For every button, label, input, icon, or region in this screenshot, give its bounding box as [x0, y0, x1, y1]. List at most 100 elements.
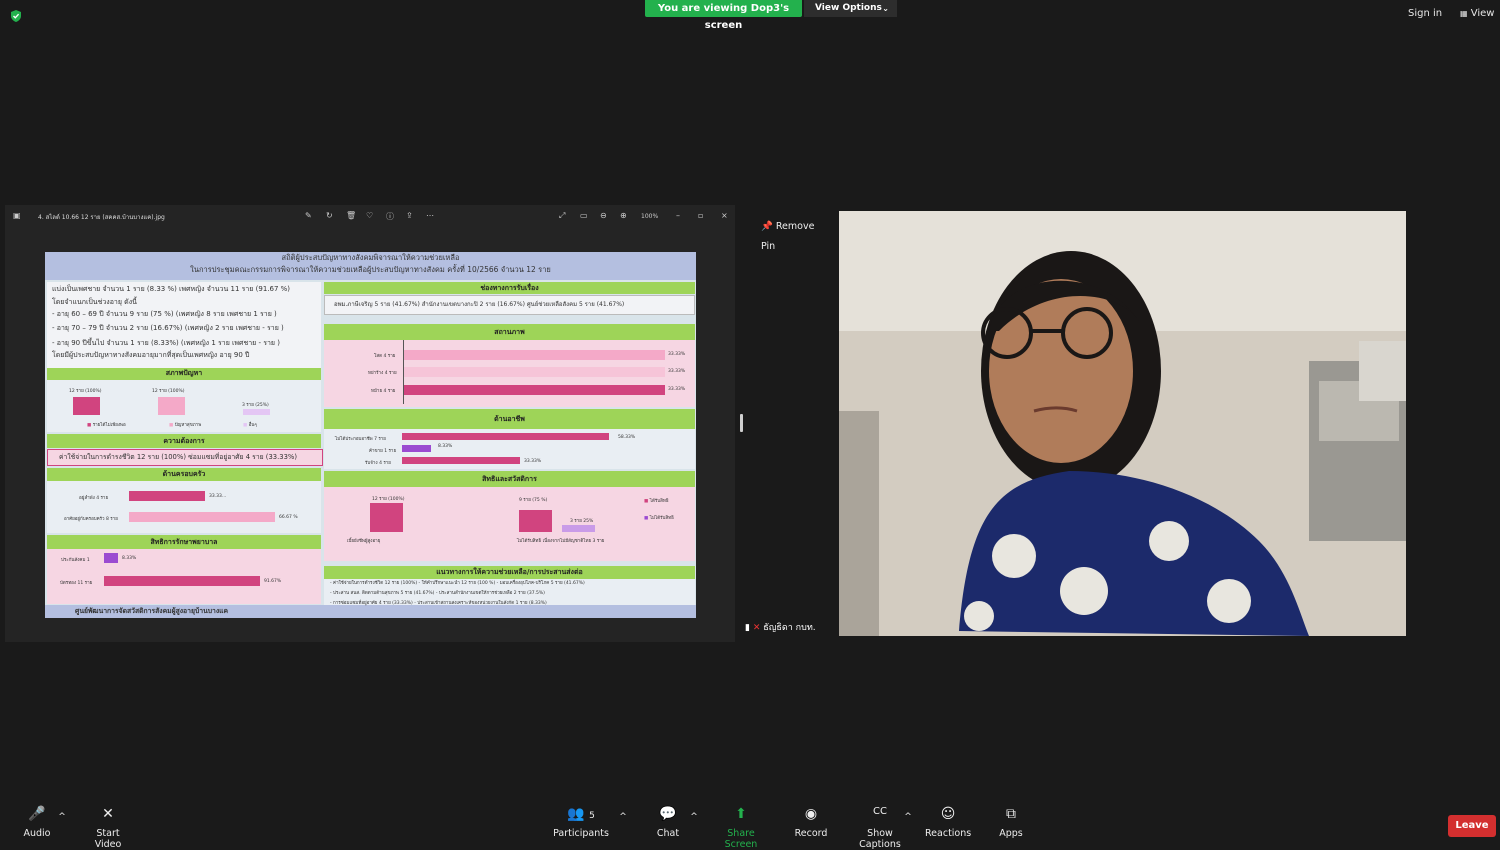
reactions-icon: ☺ — [940, 806, 956, 822]
sign-in-link[interactable]: Sign in — [1408, 8, 1442, 19]
chat-button[interactable]: 💬 Chat — [651, 806, 685, 839]
problem-bar — [73, 397, 100, 415]
guidance-heading: แนวทางการให้ความช่วยเหลือ/การประสานส่งต่… — [324, 566, 695, 579]
expand-icon[interactable]: ⤢ — [559, 211, 565, 221]
shared-screen[interactable]: ▣ 4. สไลด์ 10.66 12 ราย (สคคส.บ้านบางแค)… — [5, 205, 735, 642]
view-icon: ▦ — [1460, 9, 1468, 18]
welfare-bar — [519, 510, 552, 532]
info-line: แบ่งเป็นเพศชาย จำนวน 1 ราย (8.33 %) เพศห… — [52, 285, 291, 293]
demographics-info: แบ่งเป็นเพศชาย จำนวน 1 ราย (8.33 %) เพศห… — [47, 282, 321, 368]
family-bar — [129, 512, 275, 522]
maximize-icon[interactable]: ▫ — [698, 211, 703, 220]
zoom-out-icon[interactable]: ⊖ — [600, 211, 607, 220]
start-video-label: Start Video — [94, 828, 122, 850]
rotate-icon[interactable]: ↻ — [326, 211, 333, 220]
apps-button[interactable]: ⧉ Apps — [997, 806, 1025, 839]
microphone-icon: 🎤 — [28, 806, 46, 822]
audio-options-chevron[interactable]: ^ — [56, 812, 68, 822]
welfare-bar — [562, 525, 595, 532]
pin-icon: 📌 — [761, 221, 773, 232]
favorite-icon[interactable]: ♡ — [366, 211, 373, 220]
status-bar — [404, 367, 665, 377]
info-icon[interactable]: ⓘ — [386, 211, 394, 222]
zoom-in-icon[interactable]: ⊕ — [620, 211, 627, 220]
delete-icon[interactable]: 🗑 — [346, 211, 356, 220]
family-bar — [129, 491, 205, 501]
view-button[interactable]: ▦ View — [1460, 8, 1494, 19]
reactions-button[interactable]: ☺ Reactions — [925, 806, 971, 839]
reactions-label: Reactions — [925, 828, 972, 839]
info-line: โดยมีผู้ประสบปัญหาทางสังคมอายุมากที่สุดเ… — [52, 351, 250, 359]
status-label: โสด 4 ราย — [374, 354, 396, 359]
career-label: รับจ้าง 4 ราย — [365, 461, 391, 466]
apps-icon: ⧉ — [1006, 806, 1016, 822]
family-value: 33.33... — [209, 494, 227, 499]
slide-header: สถิติผู้ประสบปัญหาทางสังคมพิจารณาให้ความ… — [45, 252, 696, 280]
career-value: 8.33% — [438, 444, 453, 449]
participants-button[interactable]: 👥 5 Participants — [553, 806, 609, 839]
zoom-level: 100% — [641, 213, 659, 220]
family-label: อยู่ลำพัง 4 ราย — [79, 496, 109, 501]
problem-bar — [243, 409, 270, 415]
share-screen-button[interactable]: ⬆ Share Screen — [710, 806, 772, 850]
status-bar — [404, 385, 665, 395]
career-heading: ด้านอาชีพ — [324, 409, 695, 429]
participant-name-bar: ▮ ✕ ธัญธิดา กบท. — [745, 620, 816, 634]
remove-pin-button[interactable]: 📌 Remove Pin — [753, 217, 831, 252]
chat-icon: 💬 — [659, 806, 677, 822]
audio-button[interactable]: 🎤 Audio — [16, 806, 58, 839]
security-shield-icon[interactable] — [9, 9, 23, 23]
channel-heading: ช่องทางการรับเรื่อง — [324, 282, 695, 294]
file-title: 4. สไลด์ 10.66 12 ราย (สคคส.บ้านบางแค).j… — [38, 214, 165, 221]
legend-item: ■ รายได้ไม่เพียงพอ — [87, 423, 126, 428]
share-icon[interactable]: ⇪ — [406, 211, 413, 220]
view-options-button[interactable]: View Options ⌄ — [804, 0, 897, 17]
leave-button[interactable]: Leave — [1448, 815, 1496, 837]
chevron-down-icon: ⌄ — [882, 4, 889, 13]
info-line: - อายุ 60 – 69 ปี จำนวน 9 ราย (75 %) (เพ… — [52, 309, 277, 318]
more-icon[interactable]: ⋯ — [426, 211, 434, 220]
career-chart: ไม่ได้ประกอบอาชีพ 7 ราย ค้าขาย 1 ราย รับ… — [324, 429, 695, 469]
show-captions-label: Show Captions — [859, 828, 901, 850]
share-screen-icon: ⬆ — [735, 806, 747, 822]
career-value: 58.33% — [618, 435, 636, 440]
participant-video[interactable] — [839, 211, 1406, 636]
chat-options-chevron[interactable]: ^ — [688, 812, 700, 822]
split-drag-handle[interactable] — [740, 414, 743, 432]
problem-label: 3 ราย (25%) — [242, 403, 269, 408]
career-bar — [402, 433, 609, 440]
start-video-button[interactable]: ✕ Start Video — [82, 806, 134, 850]
participant-video-frame — [839, 211, 1406, 636]
problem-bar — [158, 397, 185, 415]
chat-label: Chat — [656, 828, 680, 839]
family-heading: ด้านครอบครัว — [47, 468, 321, 481]
guidance-line: - การซ่อมแซมที่อยู่อาศัย 4 ราย (33.33%) … — [330, 601, 547, 606]
legend-item: ■ ไม่ได้รับสิทธิ — [644, 516, 674, 521]
minimize-icon[interactable]: – — [676, 211, 680, 220]
status-heading: สถานภาพ — [324, 324, 695, 340]
edit-icon[interactable]: ✎ — [305, 211, 312, 220]
status-bar — [404, 350, 665, 360]
slide-title-2: ในการประชุมคณะกรรมการพิจารณาให้ความช่วยเ… — [190, 265, 551, 274]
apps-label: Apps — [999, 828, 1023, 839]
info-line: - อายุ 90 ปีขึ้นไป จำนวน 1 ราย (8.33%) (… — [52, 338, 280, 347]
health-bar — [104, 553, 118, 563]
audio-label: Audio — [23, 828, 51, 839]
welfare-chart: 12 ราย (100%) 9 ราย (75 %) 3 ราย 25% เบี… — [324, 487, 695, 561]
participants-options-chevron[interactable]: ^ — [617, 812, 629, 822]
record-button[interactable]: ◉ Record — [792, 806, 830, 839]
captions-options-chevron[interactable]: ^ — [902, 812, 914, 822]
need-text: ค่าใช้จ่ายในการดำรงชีวิต 12 ราย (100%) ซ… — [47, 449, 323, 466]
fit-icon[interactable]: ▭ — [580, 211, 588, 220]
career-label: ไม่ได้ประกอบอาชีพ 7 ราย — [335, 437, 386, 442]
welfare-caption: ไม่ได้รับสิทธิ เนื่องจากไม่มีสัญชาติไทย … — [517, 539, 605, 544]
status-value: 33.33% — [668, 369, 686, 374]
problem-chart: 12 ราย (100%) 12 ราย (100%) 3 ราย (25%) … — [47, 380, 321, 432]
health-label: ประกันสังคม 1 — [61, 558, 90, 563]
viewing-screen-banner: You are viewing Dop3's screen — [645, 0, 802, 31]
info-line: - อายุ 70 – 79 ปี จำนวน 2 ราย (16.67%) (… — [52, 324, 284, 332]
image-viewer-toolbar: ▣ 4. สไลด์ 10.66 12 ราย (สคคส.บ้านบางแค)… — [5, 205, 735, 227]
close-icon[interactable]: × — [721, 211, 728, 220]
signal-icon: ▮ — [745, 623, 750, 633]
view-label: View — [1470, 8, 1495, 19]
